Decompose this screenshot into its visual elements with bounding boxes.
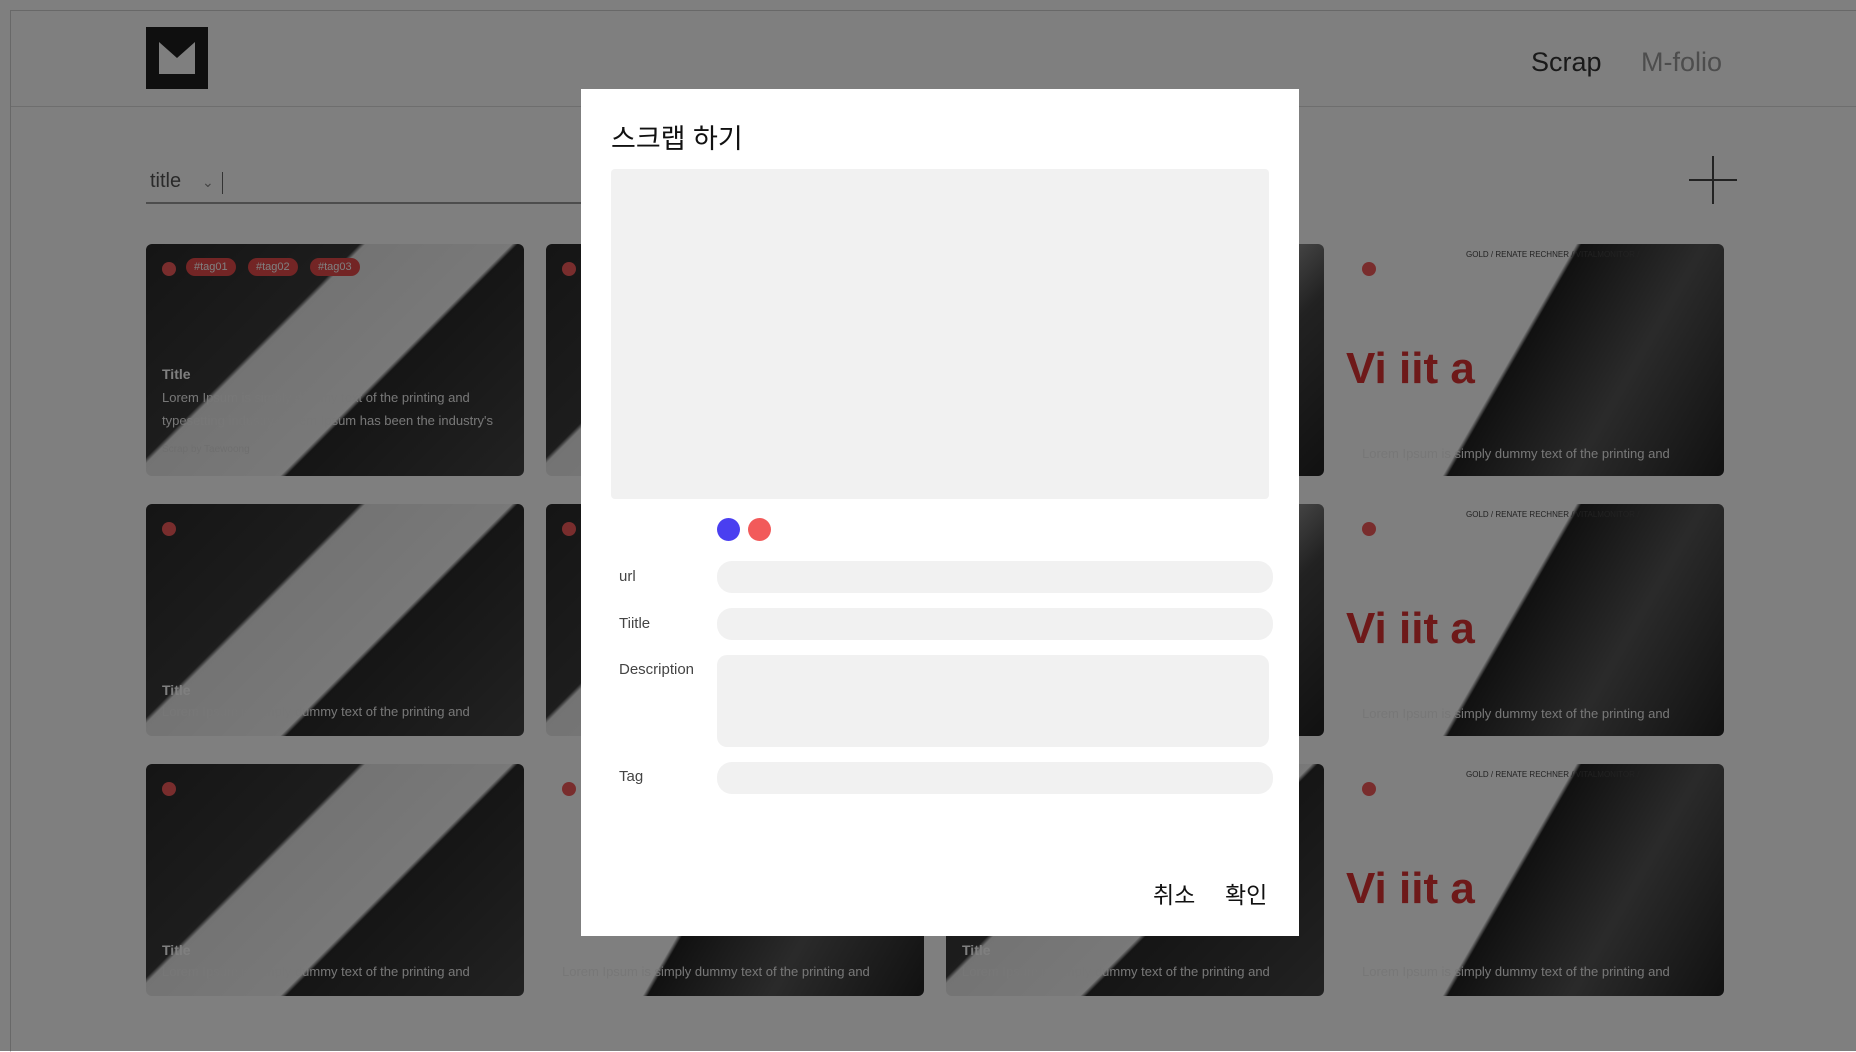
cancel-button[interactable]: 취소 [1153,876,1195,910]
color-option-blue[interactable] [717,518,740,541]
tag-label: Tag [619,768,644,785]
preview-image-area [611,169,1269,499]
color-option-red[interactable] [748,518,771,541]
url-label: url [619,568,636,585]
url-input[interactable] [717,561,1273,593]
confirm-button[interactable]: 확인 [1225,876,1267,910]
description-label: Description [619,661,695,678]
description-textarea[interactable] [717,655,1269,747]
title-input[interactable] [717,608,1273,640]
scrap-dialog: 스크랩 하기 url Tiitle Description Tag 취소 확인 [581,89,1299,936]
title-label: Tiitle [619,615,651,632]
dialog-title: 스크랩 하기 [611,124,743,154]
tag-input[interactable] [717,762,1273,794]
